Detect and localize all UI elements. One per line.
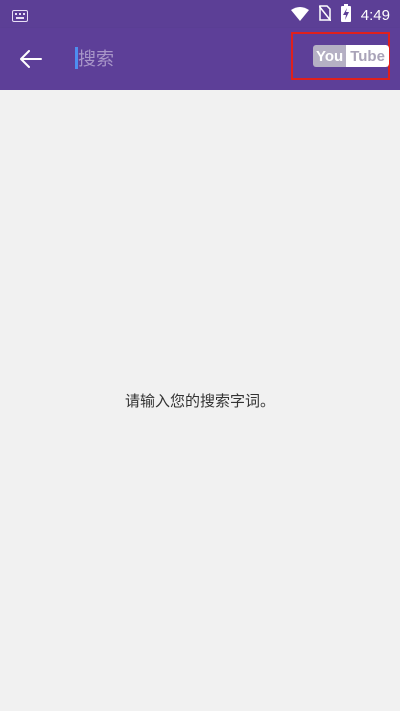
app-bar: You Tube — [0, 28, 400, 90]
youtube-logo-tube: Tube — [346, 45, 389, 67]
status-icons: 4:49 — [290, 4, 390, 26]
arrow-left-icon — [20, 50, 42, 68]
no-sim-icon — [318, 5, 332, 25]
results-area: 请输入您的搜索字词。 — [0, 90, 400, 711]
empty-state-message: 请输入您的搜索字词。 — [124, 392, 275, 410]
keyboard-icon — [12, 7, 28, 26]
clock: 4:49 — [360, 6, 390, 24]
status-bar: 4:49 — [0, 0, 400, 28]
text-cursor — [75, 47, 78, 69]
wifi-icon — [290, 6, 309, 25]
youtube-logo-highlight: You Tube — [291, 32, 390, 80]
back-button[interactable] — [14, 42, 48, 76]
youtube-logo[interactable]: You Tube — [313, 45, 389, 67]
search-input[interactable] — [74, 42, 274, 76]
youtube-logo-you: You — [313, 45, 347, 67]
battery-charging-icon — [340, 4, 351, 26]
